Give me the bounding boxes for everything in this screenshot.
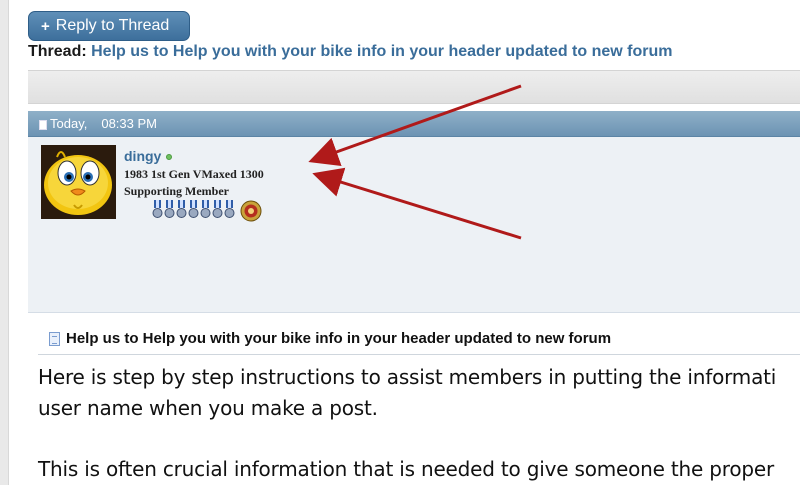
post-title-divider — [38, 354, 800, 355]
plus-icon: + — [41, 17, 50, 35]
thread-title-link[interactable]: Help us to Help you with your bike info … — [91, 43, 672, 60]
supporter-badge-icon — [240, 200, 262, 222]
document-icon — [49, 331, 60, 346]
reply-button-label: Reply to Thread — [55, 17, 170, 34]
post-title: Help us to Help you with your bike info … — [49, 330, 611, 347]
user-title: 1983 1st Gen VMaxed 1300 — [124, 167, 264, 181]
post-header-bar: Today, 08:33 PM — [28, 111, 800, 137]
thread-title-line: Thread: Help us to Help you with your bi… — [28, 43, 673, 61]
post-username[interactable]: dingy — [124, 148, 173, 164]
post-message-line: This is often crucial information that i… — [38, 457, 775, 481]
user-medals — [152, 200, 262, 224]
medal-icon — [164, 200, 175, 218]
post-message-line: user name when you make a post. — [38, 396, 378, 420]
username-label: dingy — [124, 148, 162, 164]
post-user-info: dingy 1983 1st Gen VMaxed 1300 Supportin… — [28, 137, 800, 313]
post-time: 08:33 PM — [101, 116, 157, 131]
thread-label: Thread: — [28, 43, 87, 60]
medal-icon — [200, 200, 211, 218]
reply-to-thread-button[interactable]: + Reply to Thread — [28, 11, 190, 41]
thread-tools-bar — [28, 70, 800, 104]
left-scroll-gutter — [0, 0, 9, 485]
post-date-icon — [39, 119, 47, 130]
user-rank: Supporting Member — [124, 184, 229, 198]
avatar[interactable] — [41, 145, 116, 219]
medal-icon — [188, 200, 199, 218]
medal-icon — [152, 200, 163, 218]
post-message-line: Here is step by step instructions to ass… — [38, 365, 777, 389]
medal-icon — [224, 200, 235, 218]
post-body: Help us to Help you with your bike info … — [28, 313, 800, 485]
medal-icon — [176, 200, 187, 218]
post-title-text: Help us to Help you with your bike info … — [66, 330, 612, 347]
medal-icon — [212, 200, 223, 218]
online-status-icon — [166, 154, 173, 161]
post-date: Today, — [50, 116, 88, 131]
